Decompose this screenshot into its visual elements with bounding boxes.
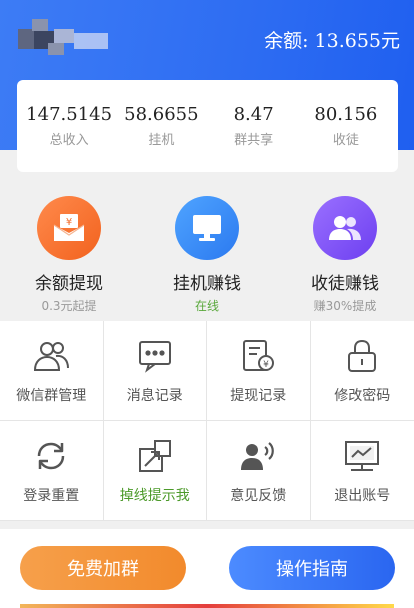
feature-title: 余额提现: [35, 274, 103, 294]
grid-item-withdraw-records[interactable]: ¥ 提现记录: [207, 321, 311, 421]
stat-total-income: 147.5145 总收入: [24, 104, 114, 148]
balance-display: 余额: 13.655元: [264, 26, 400, 53]
grid-item-wechat-group[interactable]: 微信群管理: [0, 321, 104, 421]
stat-apprentice: 80.156 收徒: [301, 104, 391, 148]
stat-value: 80.156: [314, 104, 378, 125]
chart-exit-icon: [342, 436, 382, 476]
feature-row: ¥ 余额提现 0.3元起提 挂机赚钱 在线 收徒赚钱 赚30%提成: [0, 190, 414, 316]
grid-item-change-password[interactable]: 修改密码: [310, 321, 414, 421]
function-grid: 微信群管理 消息记录 ¥ 提现记录 修改密码 登录重置 掉线提示我 意见反馈 退…: [0, 321, 414, 521]
grid-item-label: 意见反馈: [230, 488, 287, 504]
bottom-decor-strip: [20, 604, 394, 608]
group-icon: [31, 336, 71, 376]
svg-text:¥: ¥: [66, 217, 72, 228]
feature-title: 收徒赚钱: [311, 274, 379, 294]
feature-idle-earn[interactable]: 挂机赚钱 在线: [138, 190, 276, 316]
monitor-icon: [175, 196, 239, 260]
stats-card: 147.5145 总收入 58.6655 挂机 8.47 群共享 80.156 …: [17, 80, 398, 172]
stat-group-share: 8.47 群共享: [209, 104, 299, 148]
feature-sub: 0.3元起提: [41, 299, 97, 313]
stat-value: 58.6655: [124, 104, 199, 125]
balance-label: 余额:: [264, 30, 309, 52]
stat-idle: 58.6655 挂机: [116, 104, 206, 148]
users-icon: [313, 196, 377, 260]
grid-item-feedback[interactable]: 意见反馈: [207, 421, 311, 521]
grid-item-offline-alert[interactable]: 掉线提示我: [103, 421, 207, 521]
stat-label: 收徒: [332, 133, 359, 148]
join-group-button[interactable]: 免费加群: [20, 546, 186, 590]
grid-item-login-reset[interactable]: 登录重置: [0, 421, 104, 521]
wallet-icon: ¥: [37, 196, 101, 260]
receipt-icon: ¥: [238, 336, 278, 376]
stat-label: 总收入: [49, 133, 89, 148]
feature-withdraw[interactable]: ¥ 余额提现 0.3元起提: [0, 190, 138, 316]
grid-item-label: 微信群管理: [16, 388, 87, 404]
grid-item-label: 退出账号: [334, 488, 391, 504]
feature-title: 挂机赚钱: [173, 274, 241, 294]
grid-item-label: 消息记录: [126, 388, 183, 404]
feature-sub: 赚30%提成: [313, 299, 377, 313]
stat-value: 8.47: [233, 104, 274, 125]
guide-button[interactable]: 操作指南: [229, 546, 395, 590]
grid-item-label: 掉线提示我: [119, 488, 190, 504]
stat-label: 群共享: [234, 133, 274, 148]
grid-item-label: 登录重置: [23, 488, 80, 504]
message-icon: [135, 336, 175, 376]
svg-text:¥: ¥: [263, 360, 269, 370]
refresh-icon: [31, 436, 71, 476]
grid-item-messages[interactable]: 消息记录: [103, 321, 207, 421]
grid-item-logout[interactable]: 退出账号: [310, 421, 414, 521]
lock-icon: [342, 336, 382, 376]
stat-label: 挂机: [148, 133, 175, 148]
stat-value: 147.5145: [26, 104, 113, 125]
feature-status: 在线: [194, 299, 219, 313]
feature-apprentice-earn[interactable]: 收徒赚钱 赚30%提成: [276, 190, 414, 316]
link-icon: [135, 436, 175, 476]
grid-item-label: 提现记录: [230, 388, 287, 404]
balance-value: 13.655元: [314, 30, 400, 52]
bottom-actions: 免费加群 操作指南: [0, 529, 414, 608]
grid-item-label: 修改密码: [334, 388, 391, 404]
feedback-icon: [238, 436, 278, 476]
avatar[interactable]: [18, 19, 108, 59]
